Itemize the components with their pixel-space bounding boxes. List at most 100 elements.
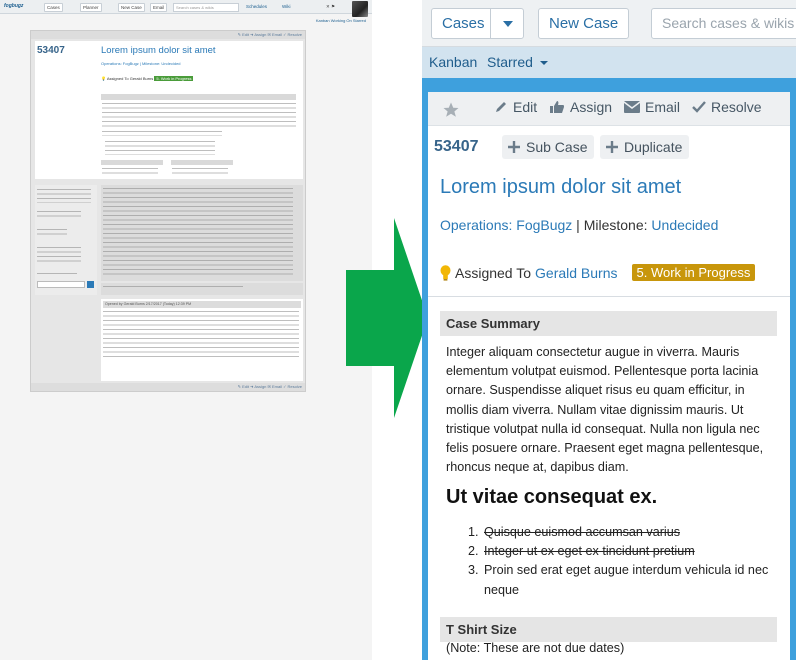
- sub-case-button[interactable]: Sub Case: [502, 135, 595, 159]
- tshirt-size-note: (Note: These are not due dates): [446, 641, 625, 655]
- case-summary-text: Integer aliquam consectetur augue in viv…: [446, 345, 764, 475]
- mini-rss: [37, 229, 67, 237]
- top-toolbar: Cases New Case Search cases & wikis: [422, 0, 796, 47]
- mini-top-toolbar: fogbugz Cases Planner New Case Email Sea…: [0, 0, 372, 14]
- list-item-text: Quisque euismod accumsan varius: [484, 525, 680, 539]
- mini-priority: [37, 189, 91, 203]
- case-action-bar: Edit Assign Email Resolve: [428, 92, 790, 126]
- mini-tshirt-heading: [101, 160, 163, 165]
- thumbs-up-icon: [550, 101, 564, 113]
- mini-case-page: ✎ Edit ➜ Assign ✉ Email ✓ Resolve 53407 …: [30, 30, 306, 392]
- mini-wiki-link[interactable]: Wiki: [282, 4, 291, 9]
- mini-avatar[interactable]: [352, 1, 368, 17]
- list-item: 1. Quisque euismod accumsan varius: [468, 523, 788, 542]
- case-number: 53407: [434, 138, 479, 155]
- mini-subheading: [102, 131, 222, 136]
- list-item-number: 2.: [468, 544, 479, 559]
- mini-sidebar: [35, 185, 97, 295]
- mini-schedules-link[interactable]: Schedules: [246, 4, 267, 9]
- mini-subscriber-add-button[interactable]: [87, 281, 94, 288]
- case-title: Lorem ipsum dolor sit amet: [440, 176, 682, 198]
- mini-related-cases: [37, 211, 81, 219]
- assignment-line: Assigned To Gerald Burns 5. Work in Prog…: [440, 264, 756, 281]
- mini-case-title: Lorem ipsum dolor sit amet: [101, 45, 216, 56]
- mini-search-input[interactable]: Search cases & wikis: [173, 3, 239, 12]
- lightbulb-icon: [440, 264, 451, 281]
- mini-bottom-actions: ✎ Edit ➜ Assign ✉ Email ✓ Resolve: [31, 383, 305, 391]
- assign-button[interactable]: Assign: [549, 99, 612, 115]
- email-button[interactable]: Email: [624, 99, 680, 115]
- checkmark-icon: [692, 101, 706, 113]
- starred-menu[interactable]: Starred: [487, 54, 549, 70]
- caret-down-icon: [539, 61, 548, 66]
- mini-cases-button[interactable]: Cases: [44, 3, 63, 12]
- mini-initiative-note: [172, 168, 228, 177]
- zoom-arrow-icon: [346, 218, 428, 418]
- pencil-icon: [496, 102, 506, 112]
- mini-event-opened: Opened by Gerald Burns 2/17/2017 (Today)…: [101, 299, 303, 381]
- mini-add-subscriber: [37, 273, 77, 277]
- mini-milestone: Operations: FogBugz | Milestone: Undecid…: [101, 61, 181, 66]
- cases-dropdown-button[interactable]: [490, 8, 524, 39]
- starred-label: Starred: [487, 54, 533, 70]
- assigned-to-label: Assigned To: [455, 264, 532, 281]
- caret-down-icon: [503, 21, 513, 27]
- assign-label: Assign: [570, 99, 613, 115]
- edit-label: Edit: [513, 99, 538, 115]
- list-item-text: Proin sed erat eget augue interdum vehic…: [484, 563, 769, 597]
- mini-planner-button[interactable]: Planner: [80, 3, 102, 12]
- mini-top-actions: ✎ Edit ➜ Assign ✉ Email ✓ Resolve: [31, 31, 305, 39]
- mini-summary-heading: [101, 94, 296, 100]
- status-badge[interactable]: 5. Work in Progress: [631, 264, 756, 281]
- tshirt-size-heading: T Shirt Size: [440, 617, 777, 642]
- mini-event-edit: [101, 185, 303, 281]
- project-milestone-line: Operations: FogBugz | Milestone: Undecid…: [440, 217, 718, 233]
- mini-case-number: 53407: [37, 45, 65, 56]
- mini-subscriber-select[interactable]: [37, 281, 85, 288]
- plus-icon: [508, 141, 520, 153]
- divider: [428, 296, 790, 297]
- full-page-thumbnail: fogbugz Cases Planner New Case Email Sea…: [0, 0, 372, 660]
- mini-opened-label: Opened by Gerald Burns 2/17/2017 (Today)…: [103, 301, 301, 308]
- search-input[interactable]: Search cases & wikis: [651, 8, 796, 39]
- mini-tools-icon[interactable]: ✕ ⚑: [326, 4, 335, 10]
- mini-assigned: 💡 Assigned To Gerald Burns 5. Work in Pr…: [101, 76, 194, 81]
- duplicate-button[interactable]: Duplicate: [600, 135, 690, 159]
- resolve-button[interactable]: Resolve: [692, 99, 762, 115]
- mini-new-case-button[interactable]: New Case: [118, 3, 145, 12]
- email-label: Email: [645, 99, 681, 115]
- resolve-label: Resolve: [711, 99, 762, 115]
- mini-logo: fogbugz: [4, 3, 24, 9]
- duplicate-label: Duplicate: [624, 139, 683, 155]
- summary-list: 1. Quisque euismod accumsan varius 2. In…: [468, 523, 788, 600]
- envelope-icon: [624, 101, 640, 113]
- list-item-number: 3.: [468, 563, 479, 578]
- list-item-number: 1.: [468, 525, 479, 539]
- summary-subheading: Ut vitae consequat ex.: [446, 486, 658, 508]
- mini-email-button[interactable]: Email: [150, 3, 168, 12]
- mini-event-edit-text: [103, 188, 293, 276]
- plus-icon: [606, 141, 618, 153]
- mini-event-assign-text: [103, 286, 243, 290]
- mini-subscribers: [37, 247, 81, 263]
- mini-event-assign: [101, 283, 303, 295]
- mini-tshirt-note: [102, 168, 158, 177]
- edit-button[interactable]: Edit: [494, 99, 537, 115]
- zoomed-case-view: Cases New Case Search cases & wikis Kanb…: [422, 0, 796, 660]
- project-link[interactable]: Operations: FogBugz: [440, 217, 572, 233]
- sub-case-label: Sub Case: [526, 139, 588, 155]
- star-icon[interactable]: [442, 101, 460, 119]
- new-case-button[interactable]: New Case: [538, 8, 630, 39]
- list-item-text: Integer ut ex eget ex tincidunt pretium: [484, 544, 695, 559]
- milestone-link[interactable]: Undecided: [651, 217, 718, 233]
- assignee-link[interactable]: Gerald Burns: [535, 265, 617, 281]
- list-item: 3. Proin sed erat eget augue interdum ve…: [468, 561, 788, 599]
- mini-initiative-heading: [171, 160, 233, 165]
- case-summary-heading: Case Summary: [440, 311, 777, 336]
- sub-navbar: Kanban Starred: [422, 47, 796, 78]
- kanban-link[interactable]: Kanban: [429, 54, 477, 70]
- mini-list: [105, 141, 215, 155]
- mini-summary-text: [102, 103, 296, 127]
- cases-button[interactable]: Cases: [431, 8, 496, 39]
- mini-opened-text: [103, 311, 299, 359]
